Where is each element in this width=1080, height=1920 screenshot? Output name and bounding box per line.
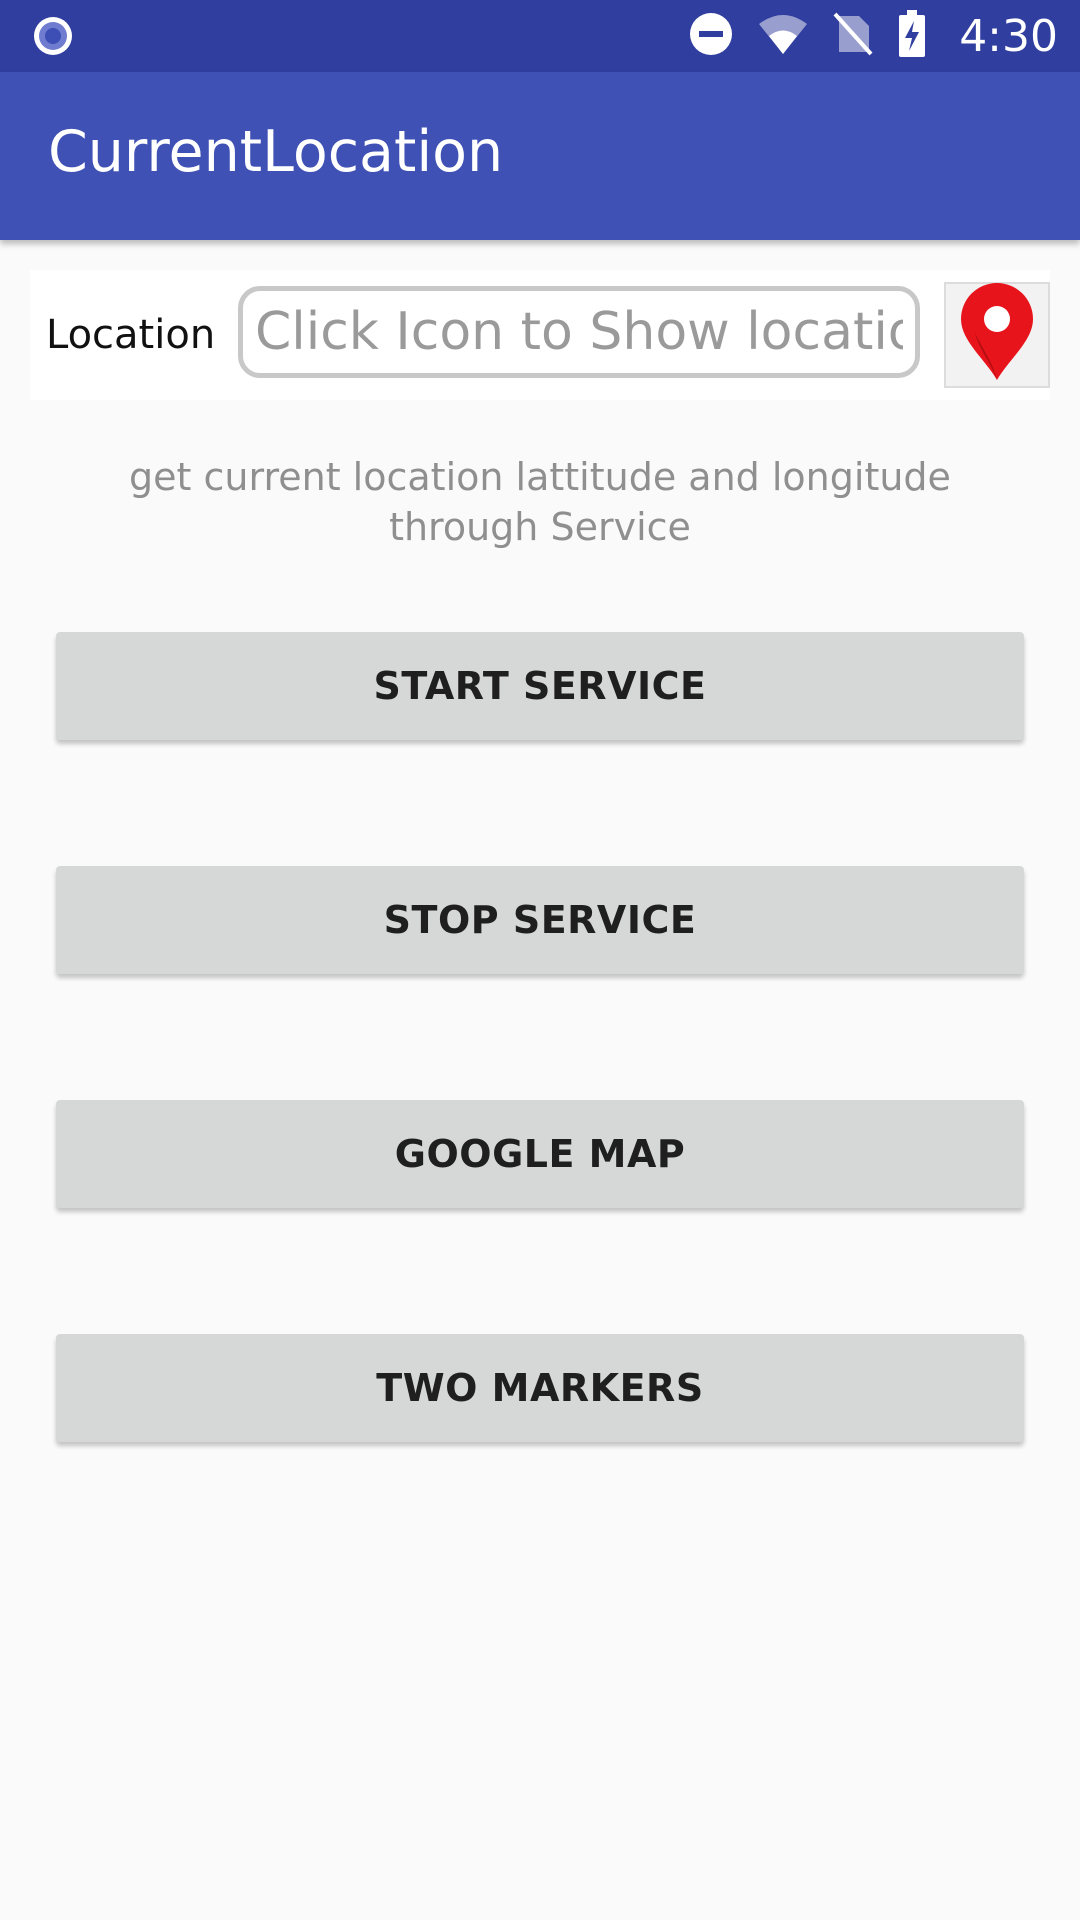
location-row: Location	[30, 270, 1050, 400]
no-sim-icon	[833, 12, 873, 60]
status-icons: 4:30	[689, 0, 1058, 72]
start-service-button[interactable]: START SERVICE	[56, 632, 1024, 740]
google-map-button[interactable]: GOOGLE MAP	[56, 1100, 1024, 1208]
notification-circle-icon	[33, 16, 73, 56]
description-text: get current location lattitude and longi…	[129, 455, 951, 549]
show-location-button[interactable]	[944, 282, 1050, 388]
battery-charging-icon	[897, 10, 927, 62]
wifi-icon	[757, 12, 809, 60]
location-pin-icon	[955, 283, 1039, 387]
do-not-disturb-icon	[689, 12, 733, 60]
app-bar: CurrentLocation	[0, 72, 1080, 240]
location-label: Location	[46, 312, 216, 358]
status-bar: 4:30	[0, 0, 1080, 72]
app-title: CurrentLocation	[48, 119, 504, 185]
stop-service-button[interactable]: STOP SERVICE	[56, 866, 1024, 974]
status-time: 4:30	[959, 10, 1058, 62]
two-markers-button[interactable]: TWO MARKERS	[56, 1334, 1024, 1442]
location-input[interactable]	[238, 286, 920, 378]
